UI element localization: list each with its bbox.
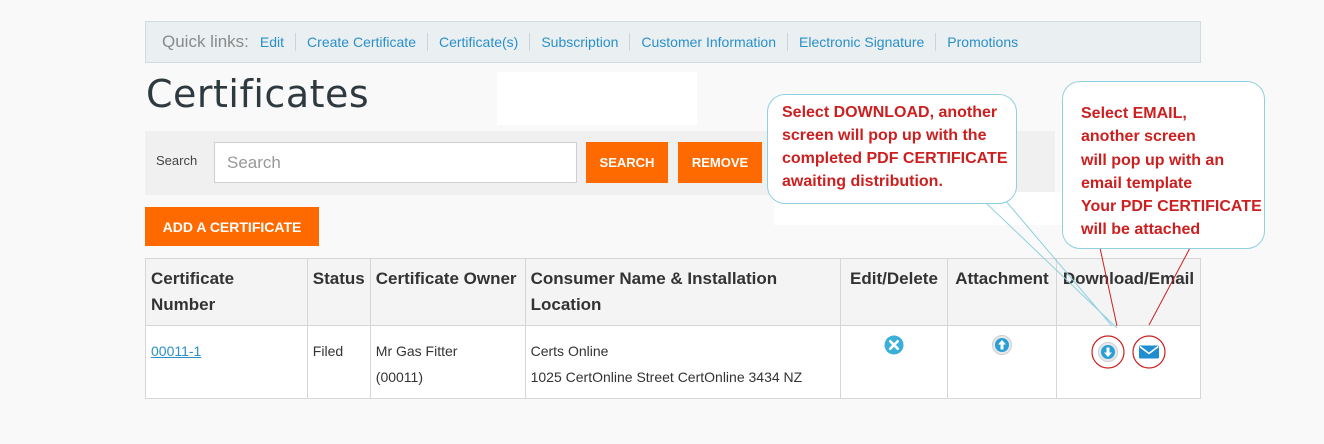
search-button[interactable]: SEARCH — [586, 142, 668, 183]
email-callout-line: Your PDF CERTIFICATE — [1081, 198, 1262, 216]
column-header-download-email: Download/Email — [1055, 258, 1202, 326]
cell-owner: Mr Gas Fitter (00011) — [369, 325, 526, 399]
quick-link-promotions[interactable]: Promotions — [935, 33, 1029, 51]
owner-name: Mr Gas Fitter — [375, 343, 458, 359]
certificates-table: Certificate Number Status Certificate Ow… — [145, 258, 1202, 399]
download-callout-line: screen will pop up with the — [782, 127, 987, 144]
email-callout-line: another screen — [1081, 128, 1196, 146]
search-input[interactable] — [214, 142, 577, 183]
quick-link-subscription[interactable]: Subscription — [529, 33, 629, 51]
cell-attachment — [946, 325, 1057, 399]
consumer-name: Certs Online — [530, 343, 609, 359]
table-row: 00011-1 Filed Mr Gas Fitter (00011) Cert… — [145, 325, 1202, 399]
download-callout-line: completed PDF CERTIFICATE — [782, 150, 1008, 167]
cell-status: Filed — [306, 325, 371, 399]
quick-link-customer-information[interactable]: Customer Information — [629, 33, 787, 51]
quick-links-bar: Quick links: Edit Create Certificate Cer… — [145, 21, 1201, 63]
email-callout-line: Select EMAIL, — [1081, 105, 1187, 122]
column-header-certificate-owner[interactable]: Certificate Owner — [369, 258, 526, 326]
column-header-consumer[interactable]: Consumer Name & Installation Location — [524, 258, 842, 326]
add-certificate-button[interactable]: ADD A CERTIFICATE — [145, 207, 319, 246]
quick-links-label: Quick links: — [162, 32, 249, 51]
upload-arrow-icon[interactable] — [991, 335, 1012, 363]
quick-link-create-certificate[interactable]: Create Certificate — [295, 33, 427, 51]
cell-edit-delete — [840, 325, 948, 399]
download-callout: Select DOWNLOAD, another screen will pop… — [767, 94, 1017, 204]
cell-certificate-number: 00011-1 — [145, 325, 308, 399]
email-callout: Select EMAIL, another screen will pop up… — [1062, 81, 1265, 249]
download-callout-line: awaiting distribution. — [782, 173, 943, 190]
consumer-address: 1025 CertOnline Street CertOnline 3434 N… — [530, 369, 803, 385]
blank-panel — [497, 72, 697, 125]
email-callout-line: email template — [1081, 174, 1193, 192]
column-header-edit-delete: Edit/Delete — [840, 258, 948, 326]
cell-download-email — [1055, 325, 1202, 399]
email-callout-line: will be attached — [1081, 221, 1201, 239]
envelope-icon[interactable] — [1132, 335, 1166, 377]
quick-link-certificates[interactable]: Certificate(s) — [426, 33, 529, 51]
column-header-attachment: Attachment — [946, 258, 1057, 326]
download-arrow-icon[interactable] — [1091, 335, 1125, 377]
download-callout-line: Select DOWNLOAD, another — [782, 104, 998, 121]
delete-circle-icon[interactable] — [884, 335, 904, 363]
remove-button[interactable]: REMOVE — [678, 142, 762, 183]
cell-consumer: Certs Online 1025 CertOnline Street Cert… — [524, 325, 842, 399]
owner-id: (00011) — [375, 369, 423, 385]
quick-link-electronic-signature[interactable]: Electronic Signature — [787, 33, 935, 51]
page-title: Certificates — [146, 72, 370, 116]
search-label: Search — [156, 153, 198, 168]
certificate-number-link[interactable]: 00011-1 — [151, 343, 201, 359]
quick-link-edit[interactable]: Edit — [260, 33, 295, 51]
table-header-row: Certificate Number Status Certificate Ow… — [145, 258, 1202, 326]
column-header-status[interactable]: Status — [306, 258, 371, 326]
column-header-certificate-number[interactable]: Certificate Number — [145, 258, 308, 326]
email-callout-line: will pop up with an — [1081, 151, 1225, 169]
